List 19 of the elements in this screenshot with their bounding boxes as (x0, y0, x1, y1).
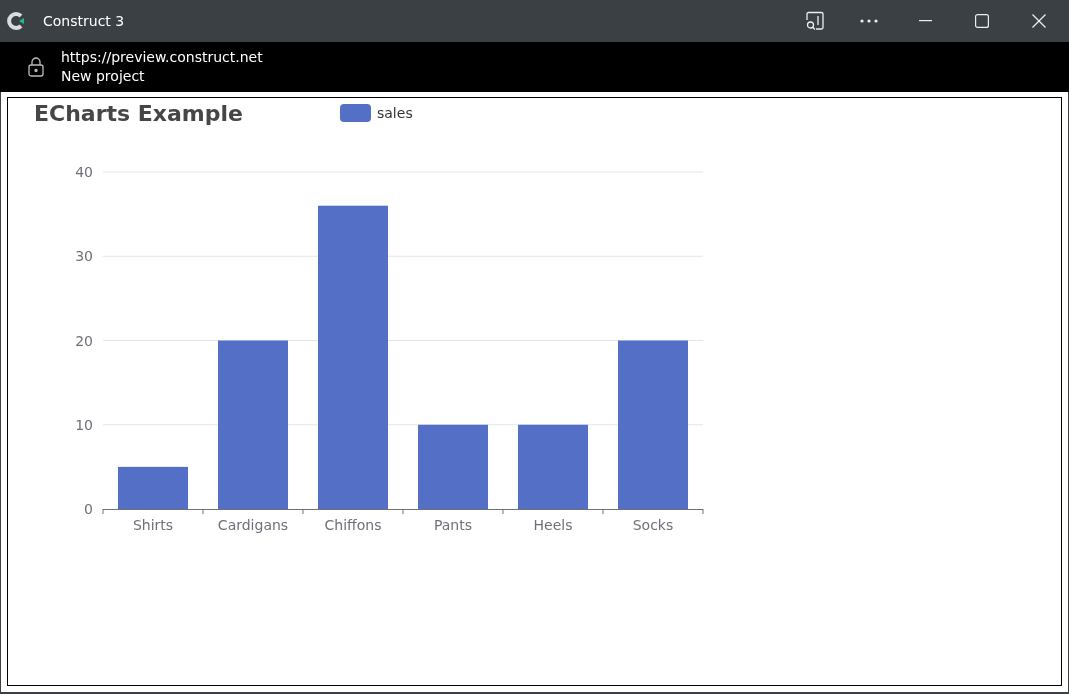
x-tick-label: Chiffons (324, 517, 382, 533)
y-tick-label: 20 (75, 332, 93, 349)
x-tick-label: Socks (632, 517, 674, 533)
y-tick-label: 0 (84, 501, 93, 517)
x-tick-label: Pants (433, 517, 473, 533)
lock-icon (28, 57, 44, 77)
window-title: Construct 3 (43, 11, 125, 31)
x-tick-label: Cardigans (217, 517, 289, 533)
y-tick-label: 30 (75, 248, 93, 265)
x-tick-label: Heels (533, 517, 573, 533)
page-title: New project (61, 67, 146, 86)
y-tick-label: 10 (75, 416, 93, 433)
url-text: https://preview.construct.net (61, 48, 263, 67)
x-tick-label: Shirts (132, 517, 174, 533)
chart-title: ECharts Example (34, 99, 244, 128)
y-tick-label: 40 (75, 164, 93, 180)
app-logo-icon (6, 11, 26, 31)
legend-label: sales (377, 103, 413, 123)
bar (118, 466, 188, 509)
